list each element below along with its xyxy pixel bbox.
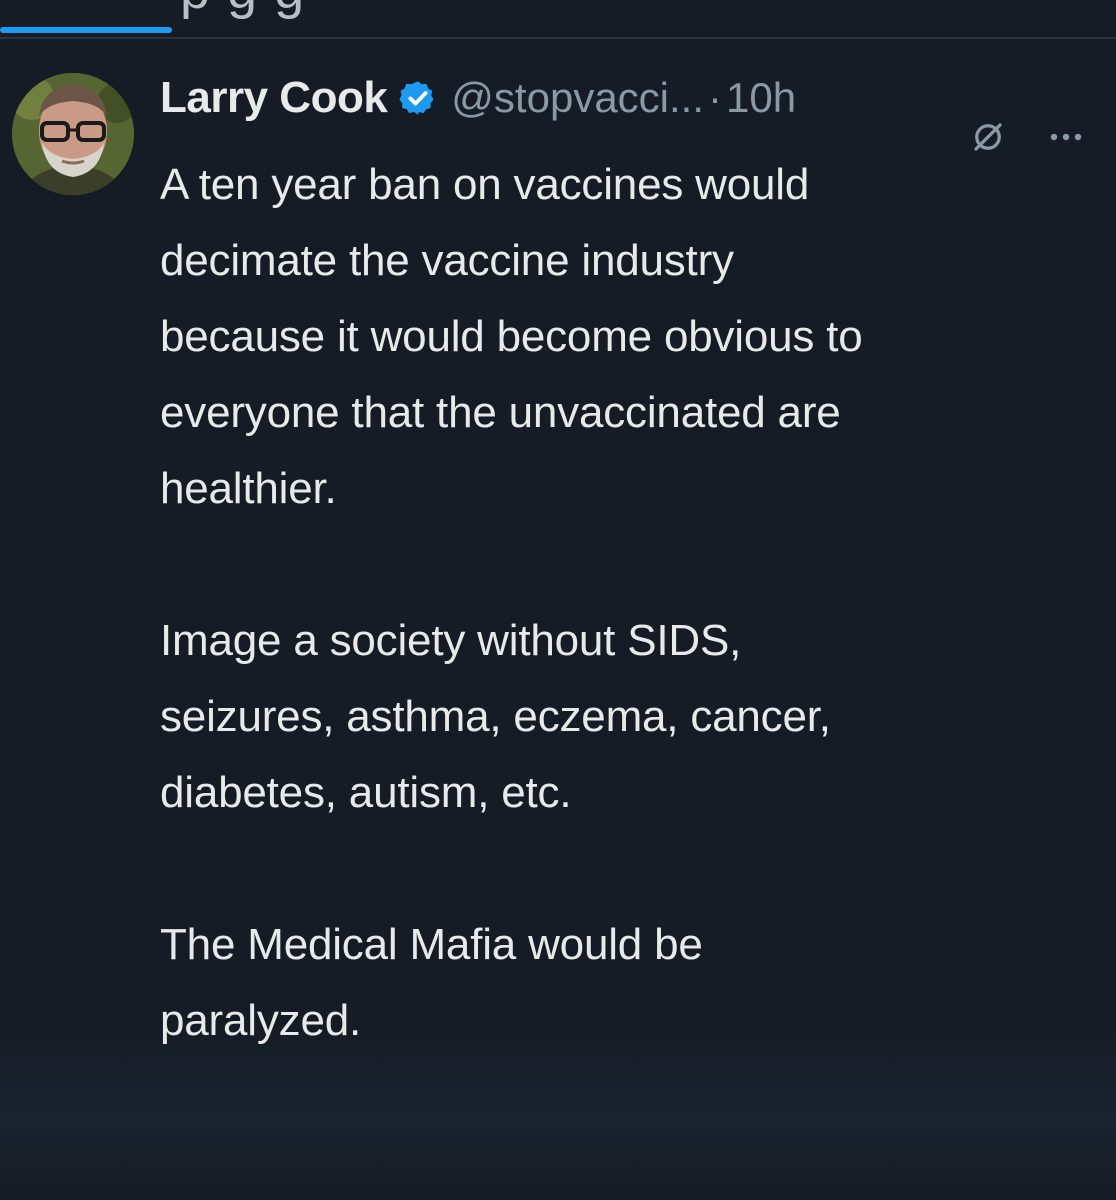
active-tab-indicator [0, 27, 172, 33]
tweet-body: A ten year ban on vaccines would decimat… [160, 147, 1100, 1059]
tweet-paragraph-3: The Medical Mafia would be paralyzed. [160, 920, 703, 1045]
author-handle[interactable]: @stopvacci... [451, 74, 704, 122]
verified-badge-icon[interactable] [399, 79, 437, 117]
tweet[interactable]: Larry Cook @stopvacci... · 10h A ten yea… [0, 39, 1116, 1200]
avatar[interactable] [12, 73, 134, 195]
tab-label-cutoff[interactable]: p g g [0, 0, 1116, 20]
tweet-paragraph-2: Image a society without SIDS, seizures, … [160, 616, 831, 817]
more-options-icon[interactable] [1046, 125, 1086, 149]
timestamp[interactable]: 10h [726, 74, 796, 122]
tweet-paragraph-1: A ten year ban on vaccines would decimat… [160, 160, 863, 513]
avatar-image [12, 73, 134, 195]
separator-dot: · [708, 74, 723, 121]
author-name[interactable]: Larry Cook [160, 73, 388, 123]
tweet-header: Larry Cook @stopvacci... · 10h [160, 71, 796, 125]
tab-bar: p g g [0, 0, 1116, 38]
